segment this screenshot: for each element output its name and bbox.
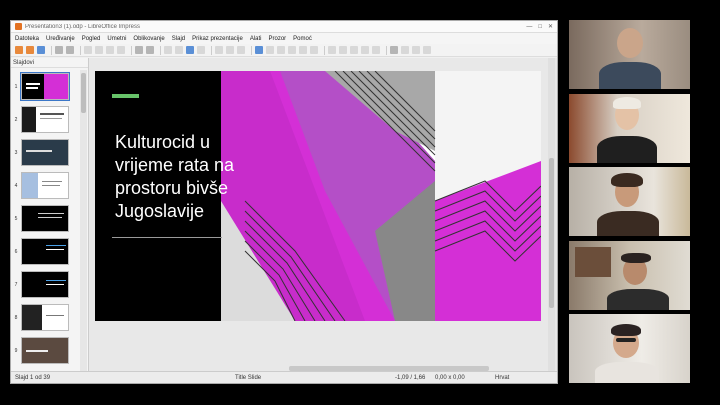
minimize-button[interactable]: —	[526, 24, 532, 30]
arrange-icon[interactable]	[412, 46, 420, 54]
new-slide-icon[interactable]	[226, 46, 234, 54]
media-icon[interactable]	[277, 46, 285, 54]
delete-slide-icon[interactable]	[237, 46, 245, 54]
slide-thumb-row[interactable]: 4	[11, 169, 78, 202]
slide-thumb-row[interactable]: 1	[11, 70, 78, 103]
menu-slideshow[interactable]: Prikaz prezentacije	[192, 36, 243, 42]
export-pdf-icon[interactable]	[55, 46, 63, 54]
special-char-icon[interactable]	[310, 46, 318, 54]
close-button[interactable]: ✕	[548, 23, 553, 30]
shadow-icon[interactable]	[423, 46, 431, 54]
menu-bar: Datoteka Uređivanje Pogled Umetni Obliko…	[11, 33, 557, 44]
menu-file[interactable]: Datoteka	[15, 36, 39, 42]
clone-format-icon[interactable]	[117, 46, 125, 54]
slide-icon[interactable]	[215, 46, 223, 54]
standard-toolbar	[11, 44, 557, 57]
slide-counter: Slajd 1 od 39	[15, 374, 51, 381]
textbox-icon[interactable]	[299, 46, 307, 54]
title-bar: Presentation3 (1).odp - LibreOffice Impr…	[11, 21, 557, 33]
slide-title[interactable]: Kulturocid u vrijeme rata na prostoru bi…	[115, 131, 265, 223]
find-icon[interactable]	[164, 46, 172, 54]
rotate-icon[interactable]	[390, 46, 398, 54]
menu-format[interactable]: Oblikovanje	[133, 36, 164, 42]
layout-name: Title Slide	[235, 374, 262, 381]
slide-thumbnail-2[interactable]	[21, 106, 69, 133]
workspace: Slajdovi 1 2 3 4 5 6 7 8 9 Kulturocid u …	[11, 58, 557, 371]
language-indicator[interactable]: Hrvat	[495, 375, 509, 381]
impress-window: Presentation3 (1).odp - LibreOffice Impr…	[10, 20, 558, 384]
shapes-icon[interactable]	[372, 46, 380, 54]
copy-icon[interactable]	[95, 46, 103, 54]
save-icon[interactable]	[37, 46, 45, 54]
menu-insert[interactable]: Umetni	[107, 36, 126, 42]
slide-thumb-row[interactable]: 8	[11, 301, 78, 334]
slide-thumbnail-4[interactable]	[21, 172, 69, 199]
display-views-icon[interactable]	[197, 46, 205, 54]
menu-view[interactable]: Pogled	[82, 36, 101, 42]
align-icon[interactable]	[401, 46, 409, 54]
video-call-screen: Presentation3 (1).odp - LibreOffice Impr…	[0, 0, 720, 405]
chart-icon[interactable]	[288, 46, 296, 54]
grid-icon[interactable]	[186, 46, 194, 54]
title-underline	[112, 237, 222, 238]
edit-area-scrollbar[interactable]	[548, 58, 555, 371]
undo-icon[interactable]	[135, 46, 143, 54]
participant-video-2[interactable]	[569, 94, 690, 163]
comment-icon[interactable]	[350, 46, 358, 54]
window-title: Presentation3 (1).odp - LibreOffice Impr…	[25, 23, 140, 30]
spelling-icon[interactable]	[175, 46, 183, 54]
slide-thumb-row[interactable]: 3	[11, 136, 78, 169]
slide-thumbnail-8[interactable]	[21, 304, 69, 331]
new-icon[interactable]	[15, 46, 23, 54]
image-icon[interactable]	[266, 46, 274, 54]
participant-video-4[interactable]	[569, 241, 690, 310]
slide-thumb-row[interactable]: 2	[11, 103, 78, 136]
slide-thumbnail-1[interactable]	[20, 72, 70, 101]
slide-thumbnail-9[interactable]	[21, 337, 69, 364]
slide-thumbnail-7[interactable]	[21, 271, 69, 298]
cursor-position: -1,09 / 1,66	[395, 374, 426, 381]
menu-tools[interactable]: Alati	[250, 36, 262, 42]
fontwork-icon[interactable]	[328, 46, 336, 54]
paste-icon[interactable]	[106, 46, 114, 54]
print-icon[interactable]	[66, 46, 74, 54]
line-icon[interactable]	[361, 46, 369, 54]
title-accent-bar	[112, 94, 139, 98]
slides-pane: Slajdovi 1 2 3 4 5 6 7 8 9	[11, 58, 89, 371]
menu-window[interactable]: Prozor	[268, 36, 286, 42]
slide-edit-area: Kulturocid u vrijeme rata na prostoru bi…	[89, 58, 557, 371]
participant-video-5[interactable]	[569, 314, 690, 383]
slide-thumbnails: 1 2 3 4 5 6 7 8 9	[11, 70, 78, 371]
slide-thumbnail-3[interactable]	[21, 139, 69, 166]
impress-logo-icon	[15, 23, 22, 30]
table-icon[interactable]	[255, 46, 263, 54]
current-slide[interactable]: Kulturocid u vrijeme rata na prostoru bi…	[95, 71, 541, 321]
slide-thumb-row[interactable]: 6	[11, 235, 78, 268]
menu-edit[interactable]: Uređivanje	[46, 36, 75, 42]
slides-pane-scrollbar[interactable]	[80, 70, 87, 371]
participant-video-3[interactable]	[569, 167, 690, 236]
participant-video-1[interactable]	[569, 20, 690, 89]
slide-thumbnail-5[interactable]	[21, 205, 69, 232]
slide-thumb-row[interactable]: 9	[11, 334, 78, 367]
slide-thumb-row[interactable]: 7	[11, 268, 78, 301]
open-icon[interactable]	[26, 46, 34, 54]
slide-thumb-row[interactable]: 5	[11, 202, 78, 235]
maximize-button[interactable]: □	[538, 24, 542, 30]
status-bar: Slajd 1 od 39 Title Slide -1,09 / 1,66 0…	[11, 371, 557, 383]
menu-slide[interactable]: Slajd	[172, 36, 185, 42]
menu-help[interactable]: Pomoć	[293, 36, 312, 42]
cut-icon[interactable]	[84, 46, 92, 54]
object-size: 0,00 x 0,00	[435, 374, 465, 381]
slide-thumbnail-6[interactable]	[21, 238, 69, 265]
slides-pane-header: Slajdovi	[11, 58, 88, 68]
hyperlink-icon[interactable]	[339, 46, 347, 54]
redo-icon[interactable]	[146, 46, 154, 54]
